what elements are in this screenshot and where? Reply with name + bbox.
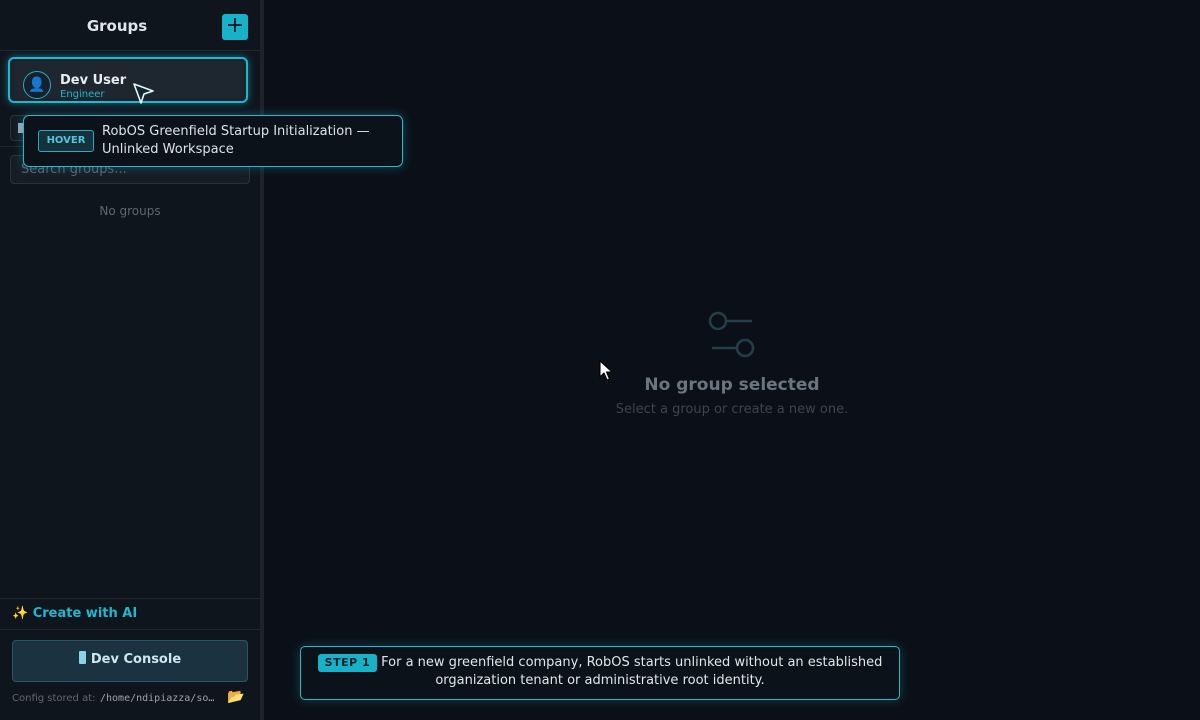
add-group-button[interactable]: +	[222, 14, 248, 40]
divider	[0, 629, 260, 630]
sliders-icon	[708, 311, 755, 358]
user-role: Engineer	[60, 89, 105, 100]
tooltip-text: RobOS Greenfield Startup Initialization …	[102, 124, 370, 157]
divider	[0, 598, 260, 599]
config-label: Config stored at:	[12, 693, 96, 704]
user-name: Dev User	[60, 73, 127, 88]
hover-tooltip: HOVER RobOS Greenfield Startup Initializ…	[23, 115, 403, 167]
empty-state-subtitle: Select a group or create a new one.	[615, 402, 849, 417]
hover-badge: HOVER	[38, 130, 94, 152]
sidebar: Groups + 👤 Dev User Engineer No groups ✨…	[0, 0, 264, 720]
user-icon: 👤	[23, 71, 51, 99]
terminal-icon	[78, 651, 86, 664]
user-card-inner: 👤 Dev User Engineer	[13, 62, 243, 100]
step-banner: STEP 1 For a new greenfield company, RobO…	[300, 646, 900, 700]
dev-console-button[interactable]: Dev Console	[12, 640, 248, 682]
mouse-cursor-icon	[599, 360, 613, 381]
sidebar-title: Groups	[86, 17, 148, 35]
step-text: For a new greenfield company, RobOS star…	[381, 655, 883, 688]
dev-console-label: Dev Console	[90, 652, 182, 667]
sidebar-header: Groups +	[0, 0, 260, 51]
pointer-cursor-icon	[133, 83, 154, 104]
user-card[interactable]: 👤 Dev User Engineer	[8, 57, 248, 103]
no-groups-text: No groups	[99, 204, 161, 218]
folder-icon[interactable]: 📂	[227, 689, 244, 705]
step-badge: STEP 1	[317, 654, 378, 672]
config-path: /home/ndipiazza/so…	[100, 693, 215, 704]
create-with-ai-button[interactable]: ✨ Create with AI	[12, 606, 137, 621]
